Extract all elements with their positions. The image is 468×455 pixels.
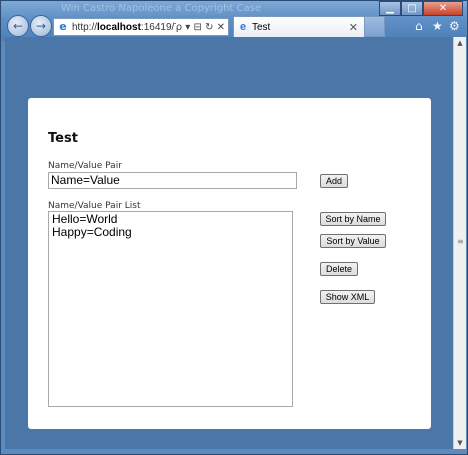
pair-input[interactable]: Name=Value <box>48 172 297 189</box>
sort-by-value-button[interactable]: Sort by Value <box>320 234 386 248</box>
show-xml-button[interactable]: Show XML <box>320 290 375 304</box>
address-tools-icons[interactable]: ρ ▾ ⊟ ↻ ✕ <box>176 22 228 33</box>
gear-icon[interactable]: ⚙ <box>449 19 460 33</box>
add-button[interactable]: Add <box>320 174 348 188</box>
tab-label: Test <box>252 21 271 33</box>
forward-button[interactable]: → <box>30 15 52 37</box>
maximize-button[interactable]: □ <box>401 1 423 16</box>
scroll-grip-icon[interactable]: ≡ <box>457 237 464 246</box>
tab-close-icon[interactable]: ✕ <box>349 21 364 34</box>
address-bar[interactable]: e http://localhost:16419/Test/ ρ ▾ ⊟ ↻ ✕ <box>53 18 229 36</box>
main-panel: Test Name/Value Pair Name=Value Name/Val… <box>28 98 431 429</box>
address-url[interactable]: http://localhost:16419/Test/ <box>72 22 176 33</box>
back-button[interactable]: ← <box>7 15 29 37</box>
minimize-button[interactable]: ▁ <box>379 1 401 16</box>
window-controls: ▁ □ ✕ <box>379 1 463 17</box>
window-title: Win Castro Napoleone a Copyright Case <box>61 3 262 14</box>
favorites-star-icon[interactable]: ★ <box>432 19 443 33</box>
browser-window: Win Castro Napoleone a Copyright Case ▁ … <box>0 0 468 455</box>
page-title: Test <box>48 131 78 146</box>
title-bar: Win Castro Napoleone a Copyright Case ▁ … <box>1 1 467 41</box>
ie-tab-icon: e <box>239 21 247 33</box>
scroll-down-arrow-icon[interactable]: ▼ <box>454 437 466 449</box>
sort-by-name-button[interactable]: Sort by Name <box>320 212 386 226</box>
pair-label: Name/Value Pair <box>48 161 122 171</box>
tab-test[interactable]: e Test ✕ <box>233 16 365 37</box>
scroll-up-arrow-icon[interactable]: ▲ <box>454 37 466 49</box>
back-arrow-icon: ← <box>12 19 24 33</box>
new-tab-button[interactable] <box>365 16 385 37</box>
vertical-scrollbar[interactable]: ▲ ≡ ▼ <box>453 37 466 449</box>
list-item[interactable]: Happy=Coding <box>52 226 289 239</box>
delete-button[interactable]: Delete <box>320 262 358 276</box>
forward-arrow-icon: → <box>35 19 47 33</box>
pair-listbox[interactable]: Hello=World Happy=Coding <box>48 211 293 407</box>
ie-page-icon: e <box>59 20 67 33</box>
home-icon[interactable]: ⌂ <box>415 19 423 33</box>
close-button[interactable]: ✕ <box>423 1 463 16</box>
list-label: Name/Value Pair List <box>48 201 141 211</box>
